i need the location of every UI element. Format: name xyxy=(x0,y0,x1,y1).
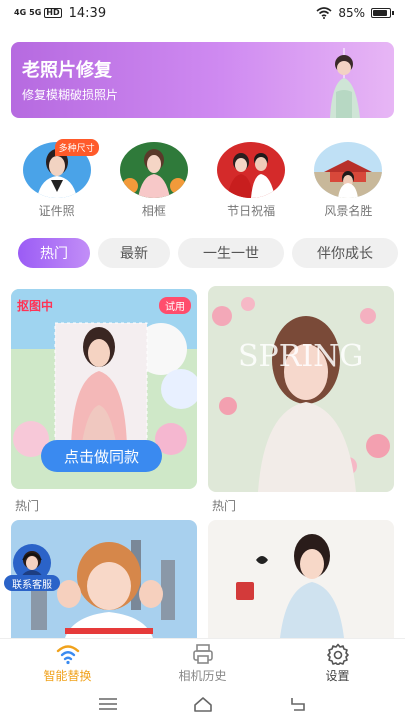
nav-label: 智能替换 xyxy=(43,669,92,683)
home-icon[interactable] xyxy=(192,695,214,713)
spring-art-text: SPRING xyxy=(238,339,363,374)
scenery-thumbnail xyxy=(314,142,383,198)
template-image-4 xyxy=(208,520,394,638)
banner-portrait-image xyxy=(330,48,360,118)
template-card-2[interactable]: SPRING xyxy=(208,286,394,492)
status-time: 14:39 xyxy=(68,5,107,21)
service-label: 联系客服 xyxy=(4,575,60,591)
back-icon[interactable] xyxy=(287,695,309,713)
category-id-photo[interactable]: 多种尺寸 证件照 xyxy=(17,139,99,222)
category-festival-wishes[interactable]: 节日祝福 xyxy=(211,142,291,222)
template-image-2: SPRING xyxy=(208,286,394,492)
banner-title: 老照片修复 xyxy=(22,60,112,81)
system-nav-bar xyxy=(0,688,405,720)
category-scenery[interactable]: 风景名胜 xyxy=(308,142,388,222)
nav-label: 设置 xyxy=(325,669,350,683)
category-label: 节日祝福 xyxy=(227,204,276,218)
festival-thumbnail xyxy=(217,142,286,198)
card-1-caption: 热门 xyxy=(15,499,40,513)
trial-badge: 试用 xyxy=(159,297,191,314)
signal-5g: 5G xyxy=(29,8,42,17)
battery-percent: 85% xyxy=(338,6,365,20)
tab-lifetime[interactable]: 一生一世 xyxy=(178,238,284,268)
customer-service-button[interactable]: 联系客服 xyxy=(4,543,60,593)
card-2-caption: 热门 xyxy=(212,499,237,513)
size-badge: 多种尺寸 xyxy=(54,139,99,156)
frame-thumbnail xyxy=(119,142,188,198)
nav-camera-history[interactable]: 相机历史 xyxy=(135,639,270,688)
template-card-1[interactable]: 抠图中 试用 点击做同款 xyxy=(11,289,197,489)
category-label: 证件照 xyxy=(38,204,75,218)
nav-settings[interactable]: 设置 xyxy=(270,639,405,688)
old-photo-repair-banner[interactable]: 老照片修复 修复模糊破损照片 xyxy=(11,42,394,118)
status-bar: 4G 5G HD 14:39 85% xyxy=(0,0,405,26)
make-same-button[interactable]: 点击做同款 xyxy=(41,440,162,472)
bottom-nav: 智能替换 相机历史 设置 xyxy=(0,638,405,688)
tab-hot[interactable]: 热门 xyxy=(18,238,90,268)
nav-label: 相机历史 xyxy=(178,669,227,683)
wifi-icon xyxy=(56,645,79,665)
tab-growing-up[interactable]: 伴你成长 xyxy=(292,238,398,268)
category-frame[interactable]: 相框 xyxy=(114,142,194,222)
category-row: 多种尺寸 证件照 相框 节日祝福 风景名胜 xyxy=(0,139,405,222)
banner-subtitle: 修复模糊破损照片 xyxy=(22,88,119,102)
battery-icon xyxy=(371,8,394,18)
wifi-status-icon xyxy=(316,7,332,19)
tab-newest[interactable]: 最新 xyxy=(98,238,170,268)
menu-icon[interactable] xyxy=(97,695,119,713)
category-label: 相框 xyxy=(141,204,166,218)
category-label: 风景名胜 xyxy=(324,204,373,218)
hd-indicator: HD xyxy=(44,8,62,18)
printer-icon xyxy=(192,644,213,664)
template-card-4[interactable] xyxy=(208,520,394,638)
cutout-status-label: 抠图中 xyxy=(17,299,54,313)
category-tabs: 热门 最新 一生一世 伴你成长 xyxy=(18,238,405,268)
signal-4g: 4G xyxy=(14,8,27,17)
gear-icon xyxy=(326,643,349,665)
nav-smart-replace[interactable]: 智能替换 xyxy=(0,639,135,688)
